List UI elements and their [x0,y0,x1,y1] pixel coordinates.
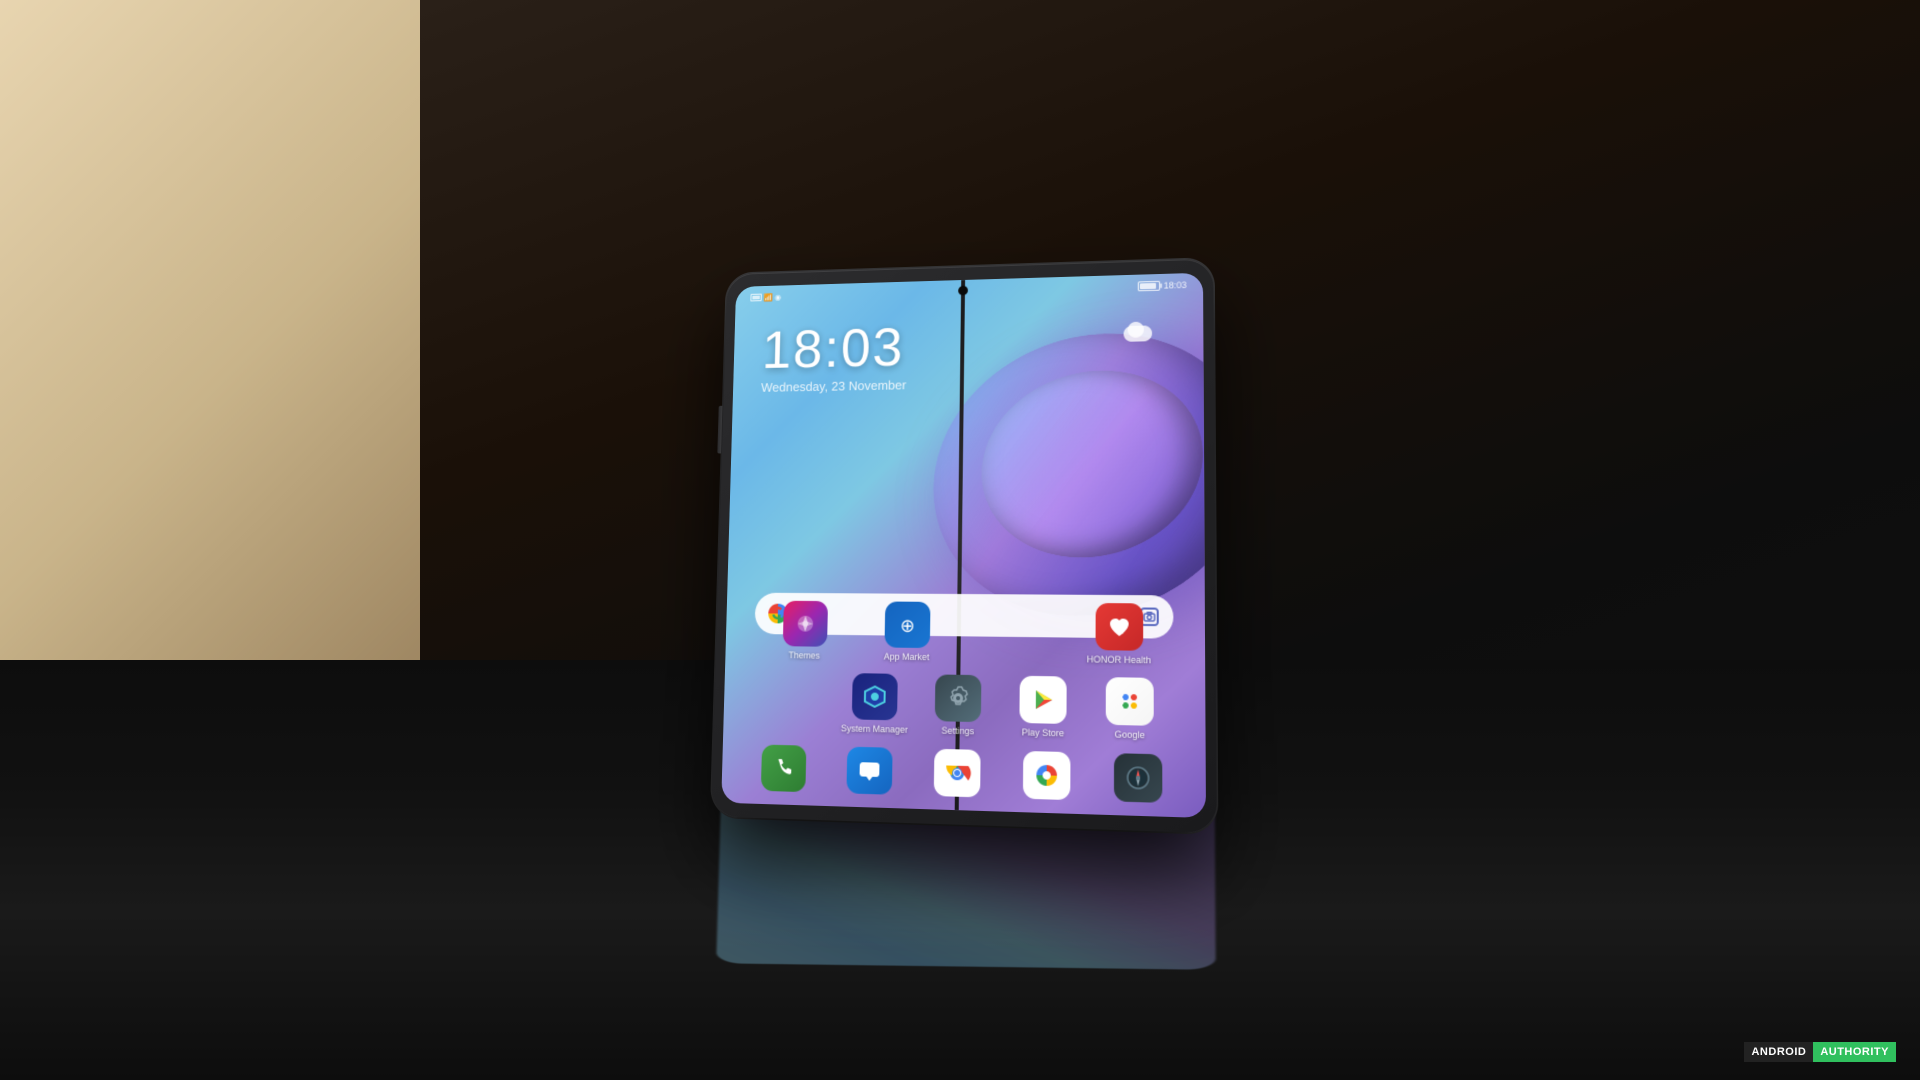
app-row-2: System Manager Settings [752,672,1174,741]
app-appmarket[interactable]: ⊕ App Market [879,601,935,662]
clock-date: Wednesday, 23 November [761,378,906,395]
themes-label: Themes [788,650,820,660]
playstore-label: Play Store [1022,727,1065,738]
lock-screen-clock: 18:03 Wednesday, 23 November [761,320,907,395]
scene: 📞 💬 🌐 🌸 🔵 [0,0,1920,1080]
messages-icon [846,747,892,795]
photos-icon [1023,751,1071,800]
dock-bar [740,737,1184,811]
dock-chrome[interactable] [929,749,986,798]
app-sysmanager[interactable]: System Manager [847,673,903,735]
app-grid: Themes ⊕ App Market [752,601,1174,754]
chrome-icon [934,749,981,798]
app-google[interactable]: Google [1101,677,1160,741]
app-honorehealth[interactable]: HONOR Health [1090,603,1148,665]
watermark-authority-text: AUTHORITY [1813,1042,1896,1062]
status-time: 18:03 [1164,280,1187,291]
phone-screen: 📶 ◉ 18:03 [721,273,1206,818]
app-playstore[interactable]: Play Store [1014,676,1072,739]
google-label: Google [1115,729,1145,740]
playstore-icon-img [1019,676,1066,724]
status-left-icons: 📶 ◉ [750,293,781,302]
dock-compass[interactable] [1109,753,1168,803]
watermark-android-text: ANDROID [1744,1042,1813,1062]
honorhealth-label: HONOR Health [1087,654,1151,665]
settings-label: Settings [941,725,974,736]
volume-button [717,406,722,454]
phone-icon [761,745,807,793]
status-right-icons: 18:03 [1138,280,1186,291]
app-themes[interactable]: Themes [777,601,832,661]
watermark: ANDROID AUTHORITY [1744,1042,1896,1062]
svg-text:⊕: ⊕ [899,615,914,635]
honorhealth-icon [1095,603,1143,651]
clock-time: 18:03 [761,320,907,377]
appmarket-label: App Market [884,651,930,662]
sysmanager-icon [852,673,898,720]
phone-body: 📶 ◉ 18:03 [711,259,1217,834]
app-settings[interactable]: Settings [930,674,987,736]
sysmanager-label: System Manager [841,723,908,735]
app-empty [983,602,1040,664]
app-row-1: Themes ⊕ App Market [754,601,1174,666]
compass-icon [1114,753,1162,803]
dock-phone[interactable] [756,744,811,792]
dock-photos[interactable] [1018,751,1076,800]
appmarket-icon: ⊕ [884,601,930,648]
themes-icon [782,601,827,647]
weather-cloud-icon [1124,321,1152,341]
app-empty2 [765,672,820,733]
dock-messages[interactable] [841,747,897,795]
settings-icon [935,674,982,722]
weather-widget [1124,321,1152,341]
google-icon-img [1106,677,1154,726]
phone-device: 📶 ◉ 18:03 [711,259,1217,834]
